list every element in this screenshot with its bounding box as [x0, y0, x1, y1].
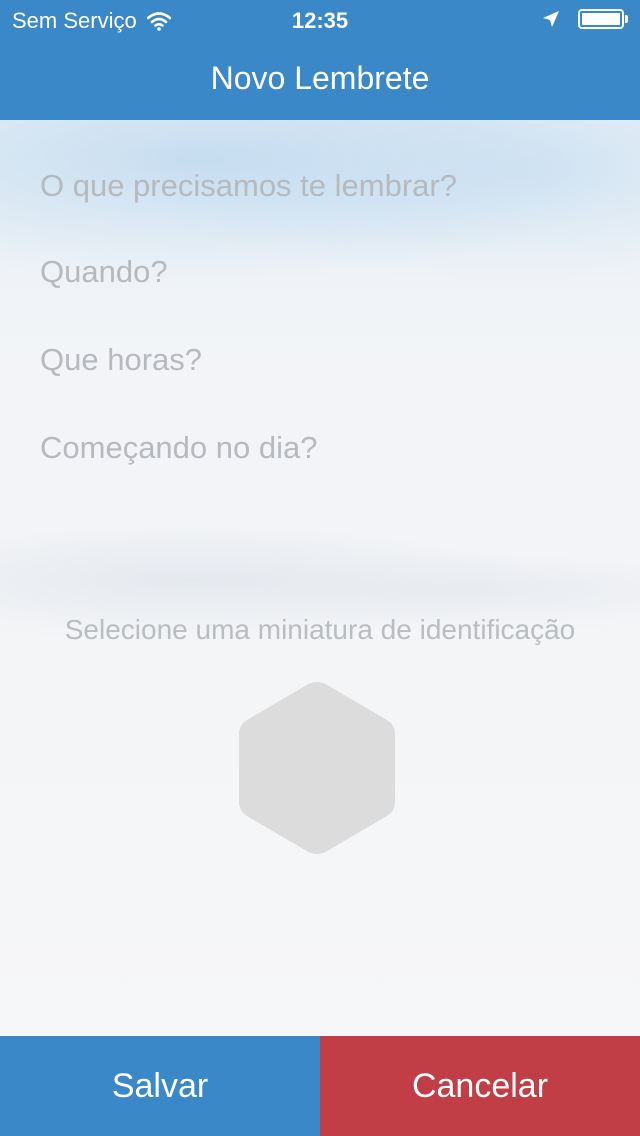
page-title: Novo Lembrete	[210, 60, 430, 96]
header: Sem Serviço 12:35 Novo Lembrete	[0, 0, 640, 120]
status-right	[542, 9, 628, 29]
thumbnail-label: Selecione uma miniatura de identificação	[64, 614, 576, 645]
time-input[interactable]	[40, 330, 600, 390]
save-button[interactable]: Salvar	[0, 1036, 320, 1136]
footer: Salvar Cancelar	[0, 1036, 640, 1136]
reminder-text-input[interactable]	[40, 156, 600, 216]
reminder-form: Selecione uma miniatura de identificação	[0, 120, 640, 1036]
battery-level	[582, 13, 620, 25]
start-date-input[interactable]	[40, 418, 600, 478]
date-input[interactable]	[40, 242, 600, 302]
battery-icon	[578, 9, 624, 29]
hexagon-icon[interactable]	[235, 678, 399, 858]
cancel-button[interactable]: Cancelar	[320, 1036, 640, 1136]
location-arrow-icon	[543, 11, 559, 27]
status-bar: Sem Serviço 12:35	[0, 0, 640, 40]
battery-tip	[625, 15, 628, 23]
